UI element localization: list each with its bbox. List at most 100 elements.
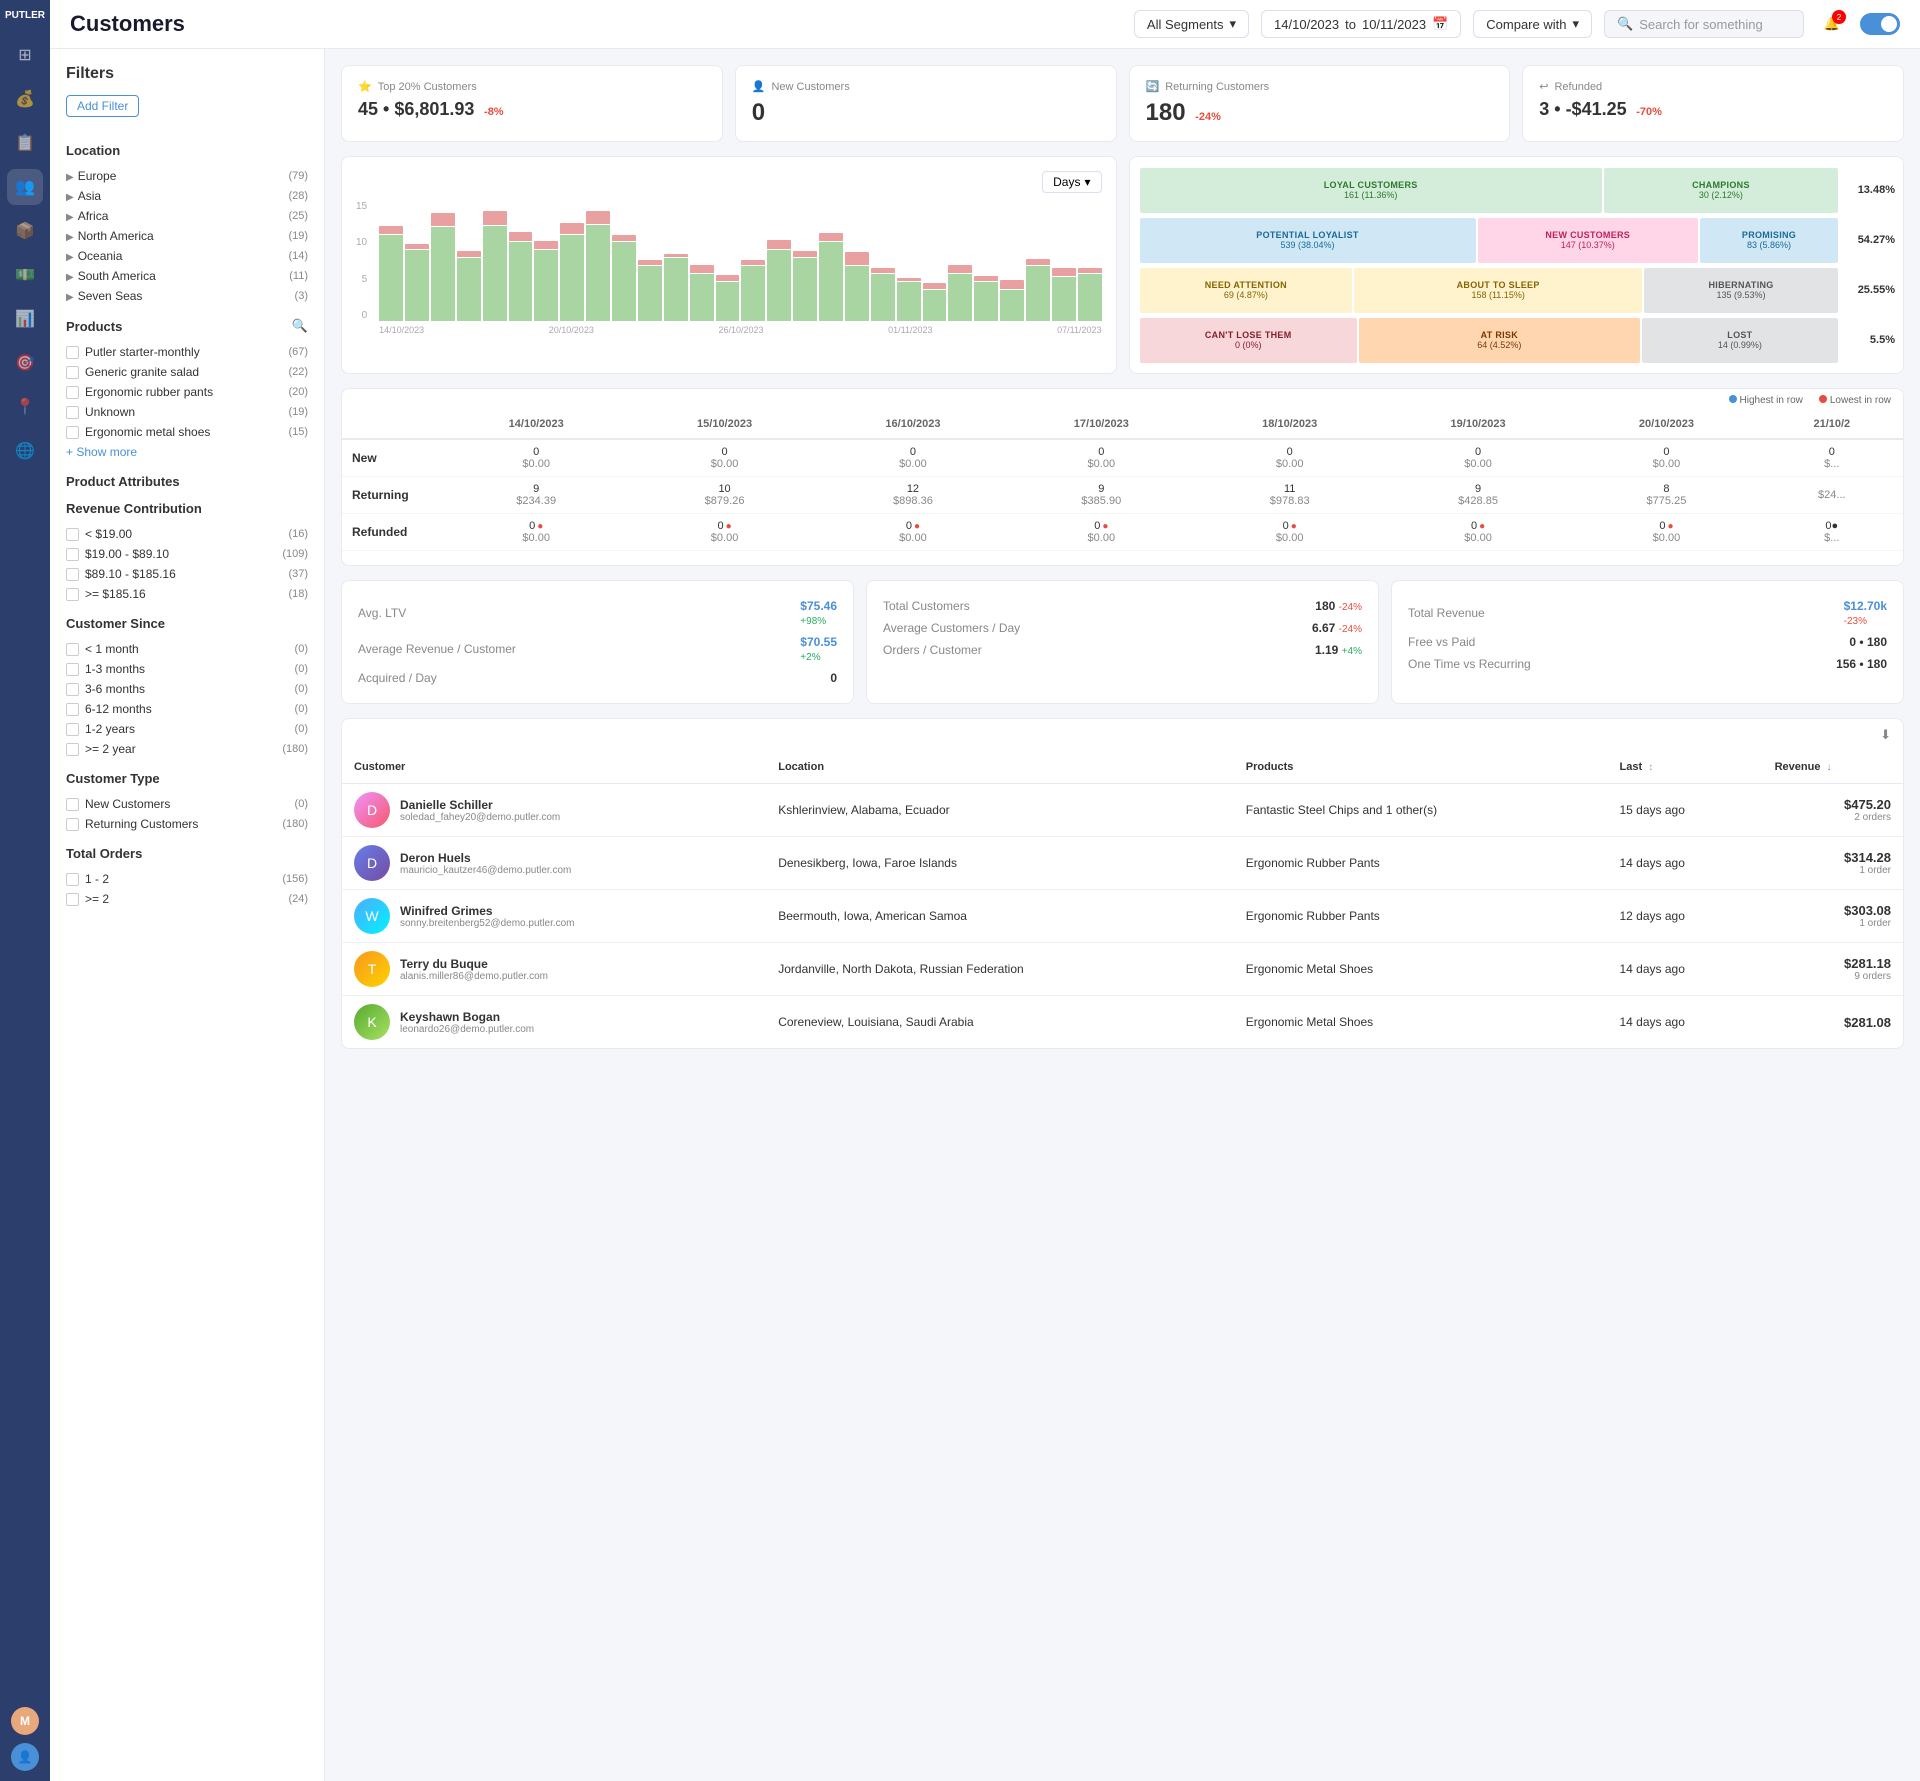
sidebar-item-dashboard[interactable]: ⊞ xyxy=(7,37,43,73)
location-item[interactable]: ▶Seven Seas(3) xyxy=(66,286,308,306)
segment-cell[interactable]: CHAMPIONS30 (2.12%) xyxy=(1604,168,1838,213)
segment-cell[interactable]: NEW CUSTOMERS147 (10.37%) xyxy=(1478,218,1699,263)
sidebar-item-analytics[interactable]: 📊 xyxy=(7,301,43,337)
sidebar-item-revenue[interactable]: 💵 xyxy=(7,257,43,293)
customer-row[interactable]: K Keyshawn Bogan leonardo26@demo.putler.… xyxy=(342,996,1903,1049)
last-cell: 14 days ago xyxy=(1608,837,1763,890)
revenue-checkbox[interactable] xyxy=(66,568,79,581)
products-section-title: Products xyxy=(66,319,122,334)
refund-icon: ↩ xyxy=(1539,80,1548,93)
revenue-checkbox[interactable] xyxy=(66,548,79,561)
search-box[interactable]: 🔍 Search for something xyxy=(1604,10,1804,38)
last-sort-icon[interactable]: ↕ xyxy=(1648,762,1653,773)
compare-button[interactable]: Compare with ▾ xyxy=(1473,10,1592,38)
since-checkbox[interactable] xyxy=(66,723,79,736)
revenue-item: $19.00 - $89.10(109) xyxy=(66,544,308,564)
avatar-user[interactable]: 👤 xyxy=(11,1743,39,1771)
segment-selector[interactable]: All Segments ▾ xyxy=(1134,10,1249,38)
header-revenue: Revenue ↓ xyxy=(1763,751,1903,784)
segment-cell[interactable]: HIBERNATING135 (9.53%) xyxy=(1644,268,1838,313)
customer-row[interactable]: D Deron Huels mauricio_kautzer46@demo.pu… xyxy=(342,837,1903,890)
product-checkbox[interactable] xyxy=(66,346,79,359)
download-icon[interactable]: ⬇ xyxy=(1880,727,1891,743)
location-item[interactable]: ▶South America(11) xyxy=(66,266,308,286)
segment-pct: 5.5% xyxy=(1840,315,1895,365)
segment-cell[interactable]: ABOUT TO SLEEP158 (11.15%) xyxy=(1354,268,1642,313)
customer-email: mauricio_kautzer46@demo.putler.com xyxy=(400,865,571,876)
bar-green xyxy=(483,226,507,321)
customer-row[interactable]: T Terry du Buque alanis.miller86@demo.pu… xyxy=(342,943,1903,996)
table-cell: 0●$0.00 xyxy=(1384,514,1572,551)
theme-toggle[interactable] xyxy=(1860,13,1900,35)
bar-group xyxy=(1078,211,1102,321)
bar-red xyxy=(974,276,998,281)
product-attributes-title: Product Attributes xyxy=(66,474,308,489)
orders-checkbox[interactable] xyxy=(66,893,79,906)
segment-cell[interactable]: AT RISK64 (4.52%) xyxy=(1359,318,1640,363)
product-checkbox[interactable] xyxy=(66,366,79,379)
segment-cell[interactable]: NEED ATTENTION69 (4.87%) xyxy=(1140,268,1353,313)
arrow-icon: ▶ xyxy=(66,192,74,203)
table-cell: 0●$0.00 xyxy=(442,514,630,551)
table-actions: ⬇ xyxy=(342,719,1903,751)
since-checkbox[interactable] xyxy=(66,743,79,756)
sidebar-item-reports[interactable]: 📋 xyxy=(7,125,43,161)
sidebar-item-orders[interactable]: 📦 xyxy=(7,213,43,249)
bar-red xyxy=(1026,259,1050,265)
customer-email: sonny.breitenberg52@demo.putler.com xyxy=(400,918,575,929)
revenue-sort-icon[interactable]: ↓ xyxy=(1827,762,1832,773)
bar-group xyxy=(431,211,455,321)
bar-group xyxy=(1052,211,1076,321)
customer-email: soledad_fahey20@demo.putler.com xyxy=(400,812,560,823)
orders-checkbox[interactable] xyxy=(66,873,79,886)
segment-cell[interactable]: PROMISING83 (5.86%) xyxy=(1700,218,1838,263)
show-more-button[interactable]: + Show more xyxy=(66,442,308,462)
sidebar-item-customers[interactable]: 👥 xyxy=(7,169,43,205)
table-cell: 8$775.25 xyxy=(1572,477,1760,514)
sidebar-item-global[interactable]: 🌐 xyxy=(7,433,43,469)
bar-green xyxy=(716,282,740,321)
product-checkbox[interactable] xyxy=(66,426,79,439)
since-checkbox[interactable] xyxy=(66,703,79,716)
filters-title: Filters xyxy=(66,65,308,83)
days-button[interactable]: Days ▾ xyxy=(1042,171,1101,193)
customers-table-card: ⬇ Customer Location Products Last ↕ xyxy=(341,718,1904,1049)
bar-green xyxy=(1078,274,1102,321)
location-item[interactable]: ▶Asia(28) xyxy=(66,186,308,206)
revenue-checkbox[interactable] xyxy=(66,528,79,541)
date-range[interactable]: 14/10/2023 to 10/11/2023 📅 xyxy=(1261,10,1461,38)
revenue-checkbox[interactable] xyxy=(66,588,79,601)
location-item[interactable]: ▶Africa(25) xyxy=(66,206,308,226)
customer-row[interactable]: W Winifred Grimes sonny.breitenberg52@de… xyxy=(342,890,1903,943)
table-cell: 0$... xyxy=(1761,439,1903,477)
add-filter-button[interactable]: Add Filter xyxy=(66,95,139,117)
segment-cell[interactable]: CAN'T LOSE THEM0 (0%) xyxy=(1140,318,1357,363)
customers-table: Customer Location Products Last ↕ Revenu… xyxy=(342,751,1903,1048)
type-checkbox[interactable] xyxy=(66,818,79,831)
segment-cell[interactable]: POTENTIAL LOYALIST539 (38.04%) xyxy=(1140,218,1476,263)
date-scroll-container[interactable]: 14/10/2023 15/10/2023 16/10/2023 17/10/2… xyxy=(342,410,1903,565)
bar-group xyxy=(457,211,481,321)
type-checkbox[interactable] xyxy=(66,798,79,811)
segment-cell[interactable]: LOST14 (0.99%) xyxy=(1642,318,1838,363)
product-checkbox[interactable] xyxy=(66,406,79,419)
product-checkbox[interactable] xyxy=(66,386,79,399)
customer-row[interactable]: D Danielle Schiller soledad_fahey20@demo… xyxy=(342,784,1903,837)
avatar-m[interactable]: M xyxy=(11,1707,39,1735)
segment-row: NEED ATTENTION69 (4.87%)ABOUT TO SLEEP15… xyxy=(1138,265,1896,315)
bar-group xyxy=(871,211,895,321)
product-search-icon[interactable]: 🔍 xyxy=(292,318,308,334)
sidebar-item-sales[interactable]: 💰 xyxy=(7,81,43,117)
table-cell: $24... xyxy=(1761,477,1903,514)
segment-cell[interactable]: LOYAL CUSTOMERS161 (11.36%) xyxy=(1140,168,1602,213)
location-item[interactable]: ▶Europe(79) xyxy=(66,166,308,186)
location-item[interactable]: ▶North America(19) xyxy=(66,226,308,246)
since-checkbox[interactable] xyxy=(66,643,79,656)
location-item[interactable]: ▶Oceania(14) xyxy=(66,246,308,266)
since-checkbox[interactable] xyxy=(66,663,79,676)
sidebar-item-location[interactable]: 📍 xyxy=(7,389,43,425)
stat-free-paid: Free vs Paid 0 • 180 xyxy=(1408,631,1887,653)
sidebar-item-goals[interactable]: 🎯 xyxy=(7,345,43,381)
since-checkbox[interactable] xyxy=(66,683,79,696)
notification-bell[interactable]: 🔔 2 xyxy=(1816,8,1848,40)
